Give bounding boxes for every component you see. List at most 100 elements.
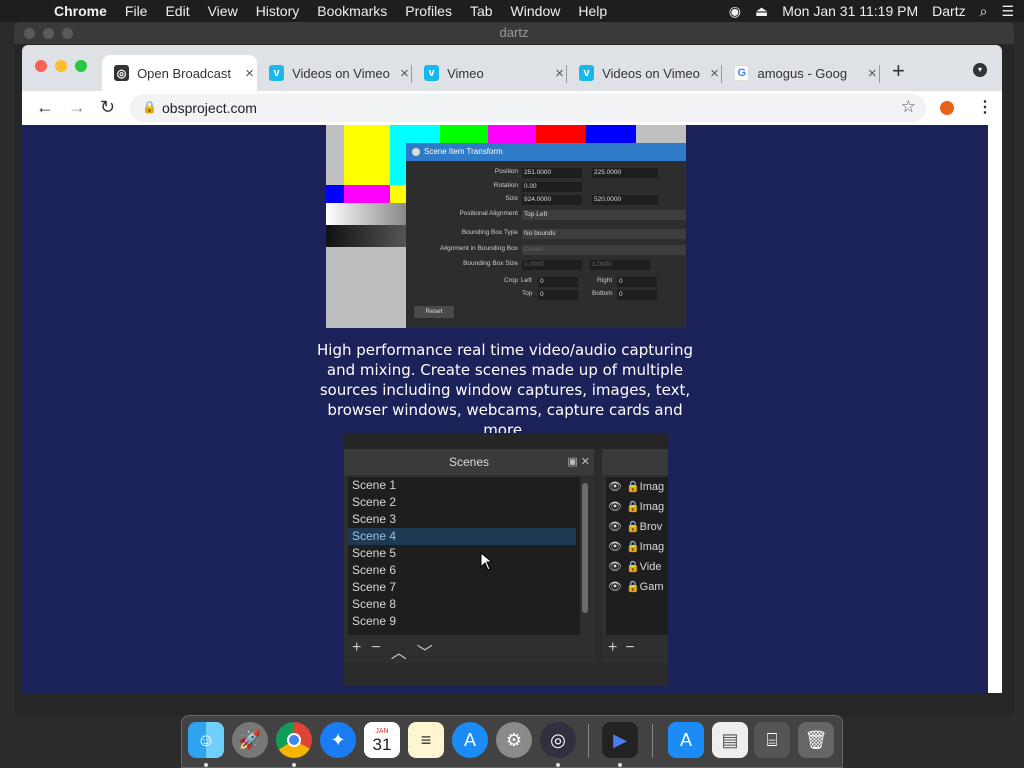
positional-alignment-select[interactable]: Top Left — [522, 210, 686, 220]
minimize-window-button[interactable] — [55, 60, 67, 72]
menu-bookmarks[interactable]: Bookmarks — [317, 3, 387, 19]
size-width-input[interactable]: 924.0000 — [522, 195, 582, 205]
safari-icon[interactable]: ✦ — [320, 722, 356, 758]
tab-videos-on-vimeo-1[interactable]: v Videos on Vimeo × — [257, 55, 412, 91]
source-item[interactable]: 👁 🔒Brov — [606, 517, 668, 537]
scene-list-scrollbar[interactable] — [582, 483, 588, 613]
bounding-box-height-input[interactable]: 1.0000 — [590, 260, 650, 270]
move-scene-up-icon[interactable]: ︿ — [391, 639, 407, 663]
bounding-box-width-input[interactable]: 1.0000 — [522, 260, 582, 270]
calendar-icon[interactable]: JAN 31 — [364, 722, 400, 758]
lock-icon: 🔒 — [625, 581, 640, 593]
window-close-button[interactable] — [24, 28, 35, 39]
scene-item[interactable]: Scene 9 — [348, 613, 576, 630]
tab-open-broadcaster[interactable]: ◎ Open Broadcast × — [102, 55, 257, 91]
clock[interactable]: Mon Jan 31 11:19 PM — [782, 3, 918, 19]
reset-button[interactable]: Reset — [414, 306, 454, 318]
tab-vimeo[interactable]: v Vimeo × — [412, 55, 567, 91]
close-tab-icon[interactable]: × — [242, 65, 257, 82]
bounding-box-alignment-select[interactable]: Center — [522, 245, 686, 255]
source-item[interactable]: 👁 🔒Imag — [606, 477, 668, 497]
menu-file[interactable]: File — [125, 3, 148, 19]
tab-videos-on-vimeo-2[interactable]: v Videos on Vimeo × — [567, 55, 722, 91]
user-name[interactable]: Dartz — [932, 3, 965, 19]
forward-button[interactable]: → — [68, 97, 86, 118]
close-tab-icon[interactable]: × — [552, 65, 567, 82]
launchpad-icon[interactable]: 🚀 — [232, 722, 268, 758]
trash-icon[interactable]: 🗑 — [798, 722, 834, 758]
page-scrollbar[interactable] — [988, 125, 1002, 693]
source-item[interactable]: 👁 🔒Imag — [606, 497, 668, 517]
system-preferences-icon[interactable]: ⚙ — [496, 722, 532, 758]
close-tab-icon[interactable]: × — [397, 65, 412, 82]
source-item[interactable]: 👁 🔒Imag — [606, 537, 668, 557]
tab-amogus-google[interactable]: G amogus - Goog × — [722, 55, 880, 91]
close-tab-icon[interactable]: × — [865, 65, 880, 82]
control-center-icon[interactable]: ☰ — [1001, 3, 1014, 20]
scene-item[interactable]: Scene 5 — [348, 545, 576, 562]
scene-item[interactable]: Scene 3 — [348, 511, 576, 528]
url-text[interactable]: obsproject.com — [162, 100, 257, 116]
app-menu[interactable]: Chrome — [54, 3, 107, 19]
obs-status-icon[interactable]: ◉ — [729, 3, 741, 20]
bounding-box-type-select[interactable]: No bounds — [522, 229, 686, 239]
crop-top-input[interactable]: 0 — [538, 290, 578, 300]
menu-profiles[interactable]: Profiles — [405, 3, 452, 19]
bounding-box-size-label: Bounding Box Size — [463, 260, 518, 267]
crop-left-input[interactable]: 0 — [538, 277, 578, 287]
bookmark-star-icon[interactable]: ☆ — [901, 97, 916, 117]
menu-tab[interactable]: Tab — [470, 3, 493, 19]
add-source-icon[interactable]: + — [608, 639, 617, 657]
menu-window[interactable]: Window — [511, 3, 561, 19]
crop-right-input[interactable]: 0 — [617, 277, 657, 287]
position-x-input[interactable]: 251.0000 — [522, 168, 582, 178]
source-item[interactable]: 👁 🔒Gam — [606, 577, 668, 597]
position-y-input[interactable]: 225.0000 — [592, 168, 658, 178]
scene-item[interactable]: Scene 7 — [348, 579, 576, 596]
video-app-icon[interactable]: ▶ — [602, 722, 638, 758]
finder-icon[interactable]: ☺ — [188, 722, 224, 758]
scene-item[interactable]: Scene 1 — [348, 477, 576, 494]
add-scene-icon[interactable]: + — [352, 639, 361, 663]
crop-bottom-input[interactable]: 0 — [617, 290, 657, 300]
source-item[interactable]: 👁 🔒Vide — [606, 557, 668, 577]
zoom-window-button[interactable] — [75, 60, 87, 72]
remove-scene-icon[interactable]: − — [371, 639, 380, 663]
documents-icon[interactable]: ▤ — [712, 722, 748, 758]
eject-icon[interactable]: ⏏ — [755, 3, 768, 20]
rotation-input[interactable]: 0.00 — [522, 182, 582, 192]
window-minimize-button[interactable] — [43, 28, 54, 39]
scene-item-selected[interactable]: Scene 4 — [348, 528, 576, 545]
move-scene-down-icon[interactable]: ﹀ — [417, 639, 433, 663]
app-store-icon[interactable]: A — [452, 722, 488, 758]
close-tab-icon[interactable]: × — [707, 65, 722, 82]
app-store-downloads-icon[interactable]: A — [668, 722, 704, 758]
remove-source-icon[interactable]: − — [625, 639, 634, 657]
notes-icon[interactable]: ≡ — [408, 722, 444, 758]
close-window-button[interactable] — [35, 60, 47, 72]
size-label: Size — [505, 195, 518, 202]
scene-item[interactable]: Scene 8 — [348, 596, 576, 613]
scene-item[interactable]: Scene 6 — [348, 562, 576, 579]
window-zoom-button[interactable] — [62, 28, 73, 39]
chrome-icon[interactable] — [276, 722, 312, 758]
preview-icon[interactable]: ⌸ — [754, 722, 790, 758]
menu-help[interactable]: Help — [578, 3, 607, 19]
menu-history[interactable]: History — [256, 3, 300, 19]
extension-icon[interactable] — [940, 101, 954, 115]
menu-view[interactable]: View — [208, 3, 238, 19]
spotlight-search-icon[interactable]: ⌕ — [980, 3, 988, 20]
address-bar[interactable]: 🔒 obsproject.com ☆ — [130, 94, 926, 122]
reload-button[interactable]: ↻ — [100, 97, 115, 118]
size-height-input[interactable]: 520.0000 — [592, 195, 658, 205]
obs-icon[interactable]: ◎ — [540, 722, 576, 758]
menu-edit[interactable]: Edit — [165, 3, 189, 19]
new-tab-button[interactable]: + — [892, 58, 905, 84]
tab-search-icon[interactable]: ▾ — [973, 63, 987, 77]
dock-controls-icon[interactable]: ▣ ✕ — [567, 449, 590, 475]
scene-item[interactable]: Scene 2 — [348, 494, 576, 511]
chrome-menu-icon[interactable]: ⋮ — [977, 97, 993, 117]
lock-icon[interactable]: 🔒 — [142, 100, 157, 114]
back-button[interactable]: ← — [36, 97, 54, 118]
feature-description: High performance real time video/audio c… — [317, 341, 693, 439]
